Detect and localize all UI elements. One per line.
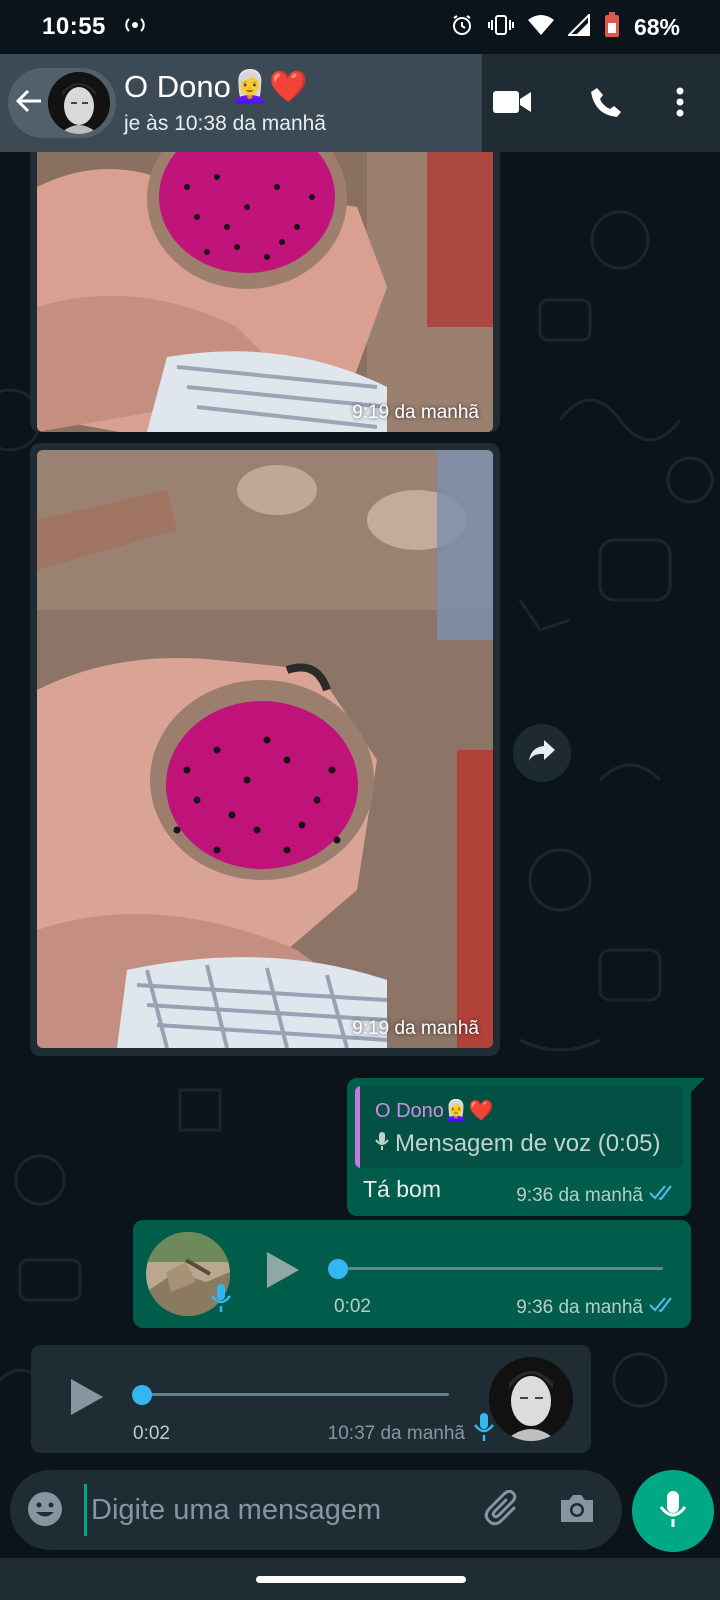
- incoming-voice-message[interactable]: 0:02 10:37 da manhã: [31, 1345, 591, 1453]
- mic-icon[interactable]: [658, 1489, 688, 1534]
- video-call-button[interactable]: [492, 84, 532, 124]
- outgoing-text-message[interactable]: O Dono👩‍🦳❤️ Mensagem de voz (0:05) Tá bo…: [347, 1078, 705, 1216]
- play-icon[interactable]: [265, 1250, 301, 1295]
- quote-bar: [355, 1086, 360, 1168]
- voice-call-icon[interactable]: [590, 86, 622, 123]
- forward-button[interactable]: [513, 724, 571, 782]
- status-time: 10:55: [42, 13, 106, 40]
- camera-icon[interactable]: [558, 1490, 596, 1533]
- read-ticks-icon: [649, 1184, 679, 1208]
- contact-avatar[interactable]: [48, 72, 110, 134]
- read-ticks-icon: [649, 1296, 679, 1320]
- voice-progress-handle[interactable]: [132, 1385, 152, 1405]
- alarm-icon: [450, 13, 474, 42]
- more-menu-icon[interactable]: [675, 87, 685, 122]
- home-gesture-handle[interactable]: [256, 1576, 466, 1583]
- message-time: 9:19 da manhã: [352, 1018, 479, 1039]
- attach-icon[interactable]: [484, 1489, 524, 1535]
- voice-call-button[interactable]: [586, 84, 626, 124]
- image-message[interactable]: 9:19 da manhã: [30, 443, 500, 1056]
- battery-percent: 68%: [633, 13, 680, 40]
- voice-progress-track[interactable]: [337, 1267, 663, 1270]
- message-text: Tá bom: [363, 1176, 441, 1202]
- message-meta: 9:36 da manhã: [516, 1296, 679, 1320]
- sender-avatar: [489, 1357, 573, 1441]
- image-message[interactable]: 9:19 da manhã: [30, 120, 500, 432]
- play-icon[interactable]: [69, 1377, 105, 1422]
- image-thumbnail[interactable]: 9:19 da manhã: [37, 127, 493, 432]
- signal-icon: [566, 12, 590, 41]
- voice-mic-icon: [210, 1282, 232, 1319]
- voice-progress-handle[interactable]: [328, 1259, 348, 1279]
- emoji-icon[interactable]: [26, 1490, 64, 1533]
- quoted-author: O Dono👩‍🦳❤️: [375, 1100, 494, 1122]
- message-time: 9:19 da manhã: [352, 402, 479, 423]
- status-bar: 10:55 68%: [0, 0, 720, 54]
- quoted-message[interactable]: O Dono👩‍🦳❤️ Mensagem de voz (0:05): [355, 1086, 683, 1168]
- quoted-text: Mensagem de voz (0:05): [375, 1130, 660, 1158]
- contact-name[interactable]: O Dono👩‍🦳❤️: [124, 68, 308, 105]
- system-nav-bar: [0, 1558, 720, 1600]
- voice-duration: 0:02: [334, 1296, 371, 1317]
- image-thumbnail[interactable]: 9:19 da manhã: [37, 450, 493, 1048]
- back-arrow-icon[interactable]: [14, 86, 44, 121]
- message-input[interactable]: [84, 1484, 464, 1536]
- outgoing-voice-message[interactable]: 0:02 9:36 da manhã: [133, 1220, 691, 1328]
- message-time: 9:36 da manhã: [516, 1297, 643, 1318]
- forward-icon[interactable]: [528, 739, 556, 768]
- radio-icon: [124, 14, 146, 41]
- voice-duration: 0:02: [133, 1423, 170, 1444]
- wifi-icon: [527, 14, 554, 41]
- message-meta: 9:36 da manhã: [516, 1184, 679, 1208]
- message-time: 9:36 da manhã: [516, 1185, 643, 1206]
- more-options-button[interactable]: [660, 84, 700, 124]
- message-meta: 10:37 da manhã: [328, 1423, 465, 1445]
- bubble-tail: [691, 1078, 705, 1092]
- record-voice-button[interactable]: [632, 1470, 714, 1552]
- battery-icon: [604, 11, 620, 43]
- message-composer: [10, 1470, 622, 1550]
- quoted-text-label: Mensagem de voz (0:05): [395, 1130, 661, 1157]
- chat-header: O Dono👩‍🦳❤️ je às 10:38 da manhã: [0, 54, 720, 152]
- vibrate-icon: [487, 13, 514, 42]
- voice-mic-icon: [473, 1411, 495, 1448]
- voice-progress-track[interactable]: [141, 1393, 449, 1396]
- video-call-icon[interactable]: [493, 89, 531, 120]
- status-icons: 68%: [450, 11, 680, 43]
- mic-icon: [375, 1130, 389, 1158]
- message-time: 10:37 da manhã: [327, 1423, 465, 1444]
- contact-last-seen: je às 10:38 da manhã: [124, 112, 326, 135]
